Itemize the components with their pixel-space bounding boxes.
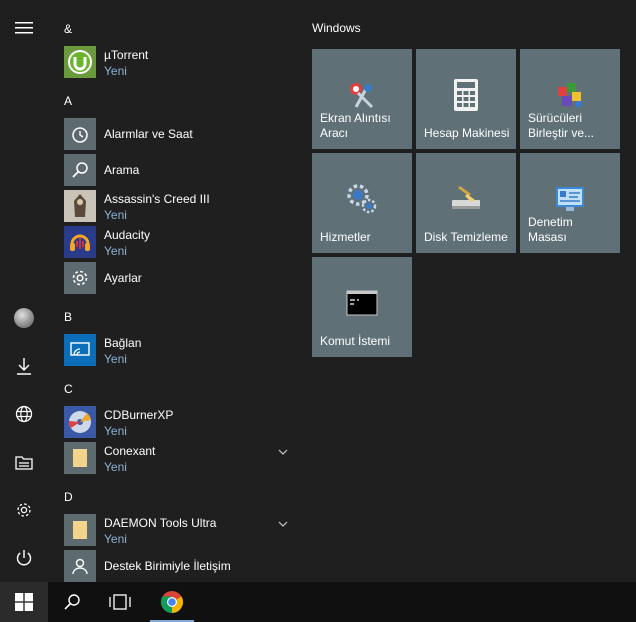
section-letter[interactable]: A — [64, 94, 72, 108]
app-new-badge: Yeni — [104, 460, 127, 474]
tile-command-prompt[interactable]: Komut İstemi — [312, 257, 412, 357]
section-letter[interactable]: B — [64, 310, 72, 324]
chevron-down-icon[interactable] — [278, 521, 288, 527]
hamburger-icon — [15, 22, 33, 34]
taskbar-search-button[interactable] — [48, 582, 96, 622]
tile-label: Komut İstemi — [320, 334, 391, 348]
folder-icon — [64, 442, 96, 474]
control-panel-icon — [552, 181, 588, 217]
app-settings[interactable]: Ayarlar — [64, 261, 294, 295]
connect-icon — [64, 334, 96, 366]
app-name: Arama — [104, 163, 140, 177]
start-rail — [0, 0, 48, 582]
app-name: CDBurnerXP — [104, 408, 174, 422]
scissors-icon — [344, 77, 380, 113]
chrome-icon — [161, 591, 183, 613]
app-cdburnerxp[interactable]: CDBurnerXP Yeni — [64, 405, 294, 439]
tile-services[interactable]: Hizmetler — [312, 153, 412, 253]
app-name: µTorrent — [104, 48, 149, 62]
app-name: Conexant — [104, 444, 156, 458]
app-assassins-creed[interactable]: Assassin's Creed III Yeni — [64, 189, 294, 223]
app-name: Ayarlar — [104, 271, 142, 285]
tile-label: Disk Temizleme — [424, 230, 508, 244]
app-name: Bağlan — [104, 336, 142, 350]
app-list: & µTorrent Yeni A Alarmlar ve Saat Arama… — [48, 0, 300, 582]
defrag-icon — [552, 77, 588, 113]
tile-control-panel[interactable]: Denetim Masası — [520, 153, 620, 253]
app-new-badge: Yeni — [104, 352, 127, 366]
tile-label: Sürücüleri Birleştir ve... — [528, 111, 595, 140]
settings-button[interactable] — [0, 486, 48, 534]
app-new-badge: Yeni — [104, 208, 127, 222]
audacity-icon — [64, 226, 96, 258]
settings-icon — [64, 262, 96, 294]
file-explorer-icon — [15, 456, 33, 470]
assassins-creed-icon — [64, 190, 96, 222]
disk-cleanup-icon — [448, 181, 484, 217]
hamburger-menu-button[interactable] — [0, 4, 48, 52]
alarm-clock-icon — [64, 118, 96, 150]
app-alarms-clock[interactable]: Alarmlar ve Saat — [64, 117, 294, 151]
chevron-down-icon[interactable] — [278, 449, 288, 455]
tile-calculator[interactable]: Hesap Makinesi — [416, 49, 516, 149]
section-letter[interactable]: D — [64, 490, 73, 504]
tile-defragment[interactable]: Sürücüleri Birleştir ve... — [520, 49, 620, 149]
search-icon — [64, 154, 96, 186]
app-name: Audacity — [104, 228, 151, 242]
app-name: DAEMON Tools Ultra — [104, 516, 217, 530]
user-account-button[interactable] — [0, 294, 48, 342]
app-new-badge: Yeni — [104, 64, 127, 78]
chrome-taskbar-button[interactable] — [148, 582, 196, 622]
command-prompt-icon — [344, 285, 380, 321]
section-letter[interactable]: C — [64, 382, 73, 396]
file-explorer-button[interactable] — [0, 438, 48, 486]
person-icon — [64, 550, 96, 582]
app-new-badge: Yeni — [104, 424, 127, 438]
power-button[interactable] — [0, 534, 48, 582]
app-daemon-tools[interactable]: DAEMON Tools Ultra Yeni — [64, 513, 294, 547]
tile-label: Ekran Alıntısı Aracı — [320, 111, 391, 140]
power-icon — [16, 550, 32, 566]
calculator-icon — [448, 77, 484, 113]
task-view-button[interactable] — [96, 582, 144, 622]
cdburnerxp-icon — [64, 406, 96, 438]
avatar — [14, 308, 34, 328]
download-icon — [17, 358, 31, 375]
tile-label: Hizmetler — [320, 230, 371, 244]
windows-logo-icon — [15, 593, 33, 611]
app-search[interactable]: Arama — [64, 153, 294, 187]
section-letter[interactable]: & — [64, 22, 72, 36]
app-utorrent[interactable]: µTorrent Yeni — [64, 45, 294, 79]
tile-snipping-tool[interactable]: Ekran Alıntısı Aracı — [312, 49, 412, 149]
app-name: Alarmlar ve Saat — [104, 127, 193, 141]
gear-icon — [17, 503, 31, 517]
folder-icon — [64, 514, 96, 546]
app-audacity[interactable]: Audacity Yeni — [64, 225, 294, 259]
downloads-button[interactable] — [0, 342, 48, 390]
start-button[interactable] — [0, 582, 48, 622]
search-icon — [64, 594, 80, 610]
network-button[interactable] — [0, 390, 48, 438]
taskbar — [0, 582, 636, 622]
app-connect[interactable]: Bağlan Yeni — [64, 333, 294, 367]
tile-group-title[interactable]: Windows — [312, 21, 361, 35]
app-name: Destek Birimiyle İletişim — [104, 559, 231, 573]
tile-disk-cleanup[interactable]: Disk Temizleme — [416, 153, 516, 253]
globe-icon — [15, 405, 33, 423]
app-new-badge: Yeni — [104, 244, 127, 258]
task-view-icon — [109, 594, 131, 610]
gears-icon — [344, 181, 380, 217]
utorrent-icon — [64, 46, 96, 78]
tile-label: Hesap Makinesi — [424, 126, 510, 140]
tile-label: Denetim Masası — [528, 215, 573, 244]
app-contact-support[interactable]: Destek Birimiyle İletişim — [64, 549, 294, 582]
app-name: Assassin's Creed III — [104, 192, 210, 206]
app-conexant[interactable]: Conexant Yeni — [64, 441, 294, 475]
app-new-badge: Yeni — [104, 532, 127, 546]
